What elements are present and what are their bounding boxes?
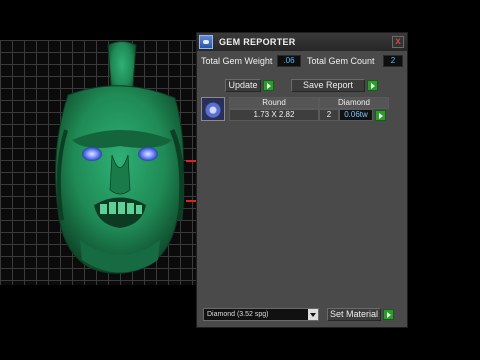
title-bar[interactable]: GEM REPORTER x [197, 33, 407, 51]
close-icon[interactable]: x [392, 36, 404, 48]
window-title: GEM REPORTER [219, 37, 296, 47]
update-button[interactable]: Update [225, 79, 261, 92]
dropdown-arrow-icon[interactable] [308, 309, 318, 320]
set-material-go-arrow-icon[interactable] [383, 309, 394, 320]
gem-thumbnail-icon [201, 97, 225, 121]
total-gem-weight-value: .06 [277, 55, 301, 67]
right-eye-gem [138, 147, 158, 161]
update-go-arrow-icon[interactable] [263, 80, 274, 91]
gem-list-item[interactable]: Round Diamond 1.73 X 2.82 2 0.06tw [201, 97, 401, 123]
material-dropdown-value: Diamond (3.52 spg) [207, 311, 269, 318]
save-report-go-arrow-icon[interactable] [367, 80, 378, 91]
weight-cell: 0.06tw [339, 109, 373, 121]
count-cell: 2 [319, 109, 339, 121]
select-gem-go-arrow-icon[interactable] [375, 110, 386, 121]
total-gem-weight-label: Total Gem Weight [201, 56, 273, 66]
gem-list [201, 93, 405, 299]
total-gem-count-label: Total Gem Count [307, 56, 375, 66]
material-cell: Diamond [319, 97, 389, 109]
total-gem-count-value: 2 [383, 55, 403, 67]
save-report-button[interactable]: Save Report [291, 79, 365, 92]
set-material-button[interactable]: Set Material [327, 308, 381, 321]
gem-reporter-window: GEM REPORTER x Total Gem Weight .06 Tota… [196, 32, 408, 328]
app-icon [199, 35, 213, 49]
pendant-model [55, 41, 196, 274]
3d-viewport[interactable] [0, 40, 196, 285]
left-eye-gem [82, 147, 102, 161]
size-cell: 1.73 X 2.82 [229, 109, 319, 121]
material-dropdown[interactable]: Diamond (3.52 spg) [203, 308, 319, 321]
shape-cell: Round [229, 97, 319, 109]
